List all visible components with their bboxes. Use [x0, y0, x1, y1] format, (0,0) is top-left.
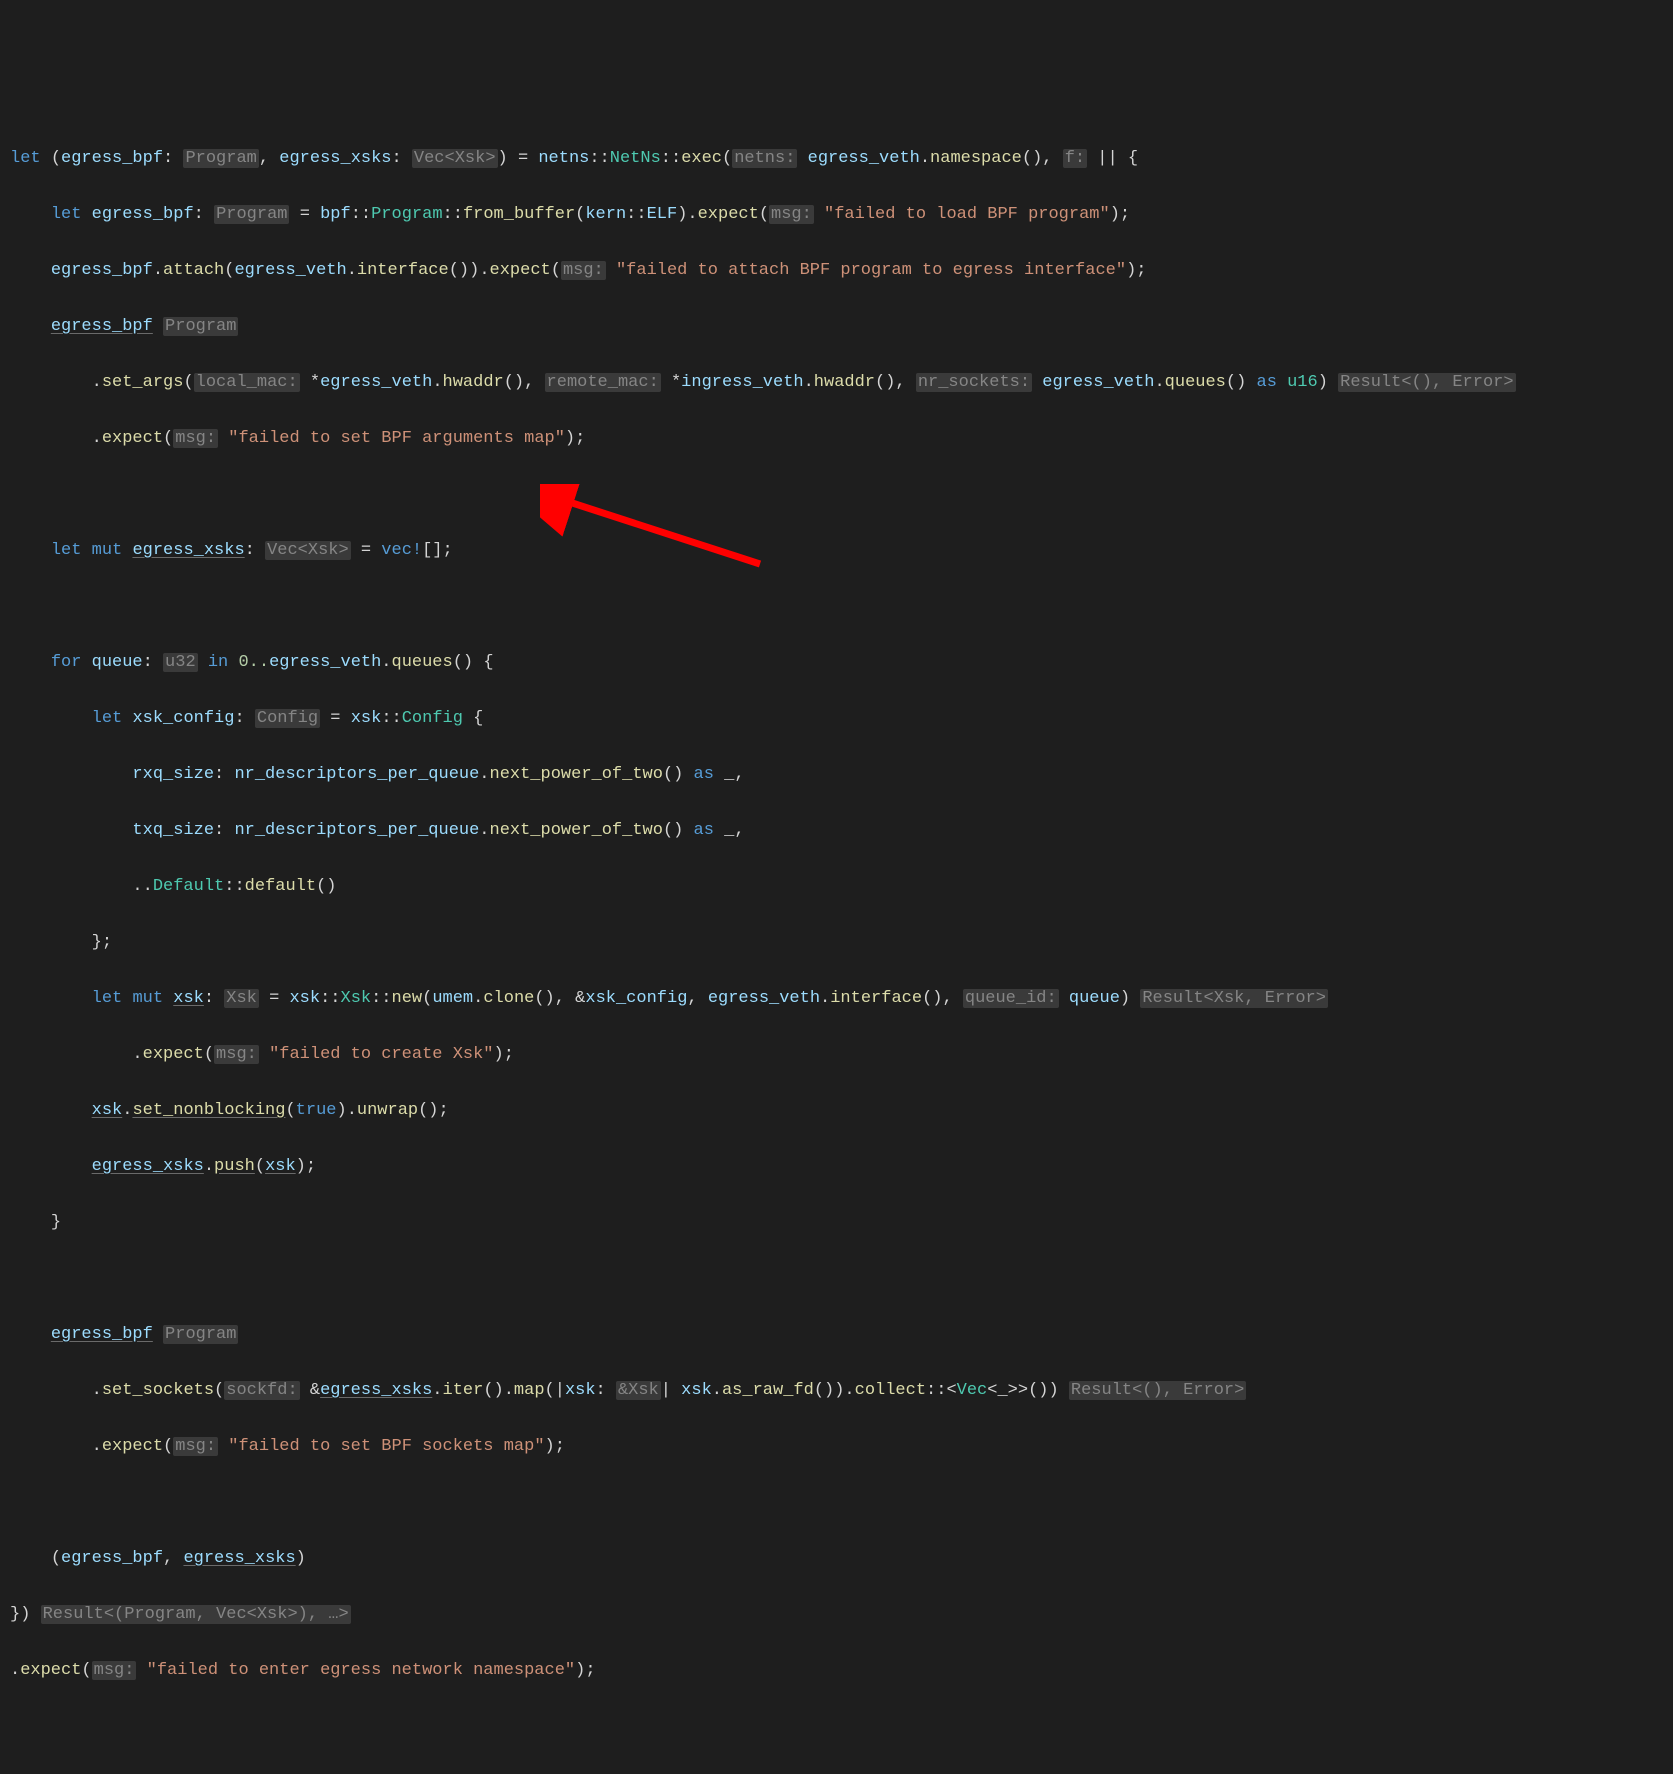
code-line[interactable]: let egress_bpf: Program = bpf::Program::…: [10, 201, 1663, 229]
param-hint: f:: [1063, 149, 1087, 168]
code-line[interactable]: .expect(msg: "failed to create Xsk");: [10, 1041, 1663, 1069]
code-line[interactable]: .expect(msg: "failed to enter egress net…: [10, 1657, 1663, 1685]
keyword: let: [10, 149, 41, 168]
type-hint: Program: [183, 149, 258, 168]
code-line[interactable]: ..Default::default(): [10, 873, 1663, 901]
code-line[interactable]: [10, 1265, 1663, 1293]
code-line[interactable]: [10, 481, 1663, 509]
code-line[interactable]: .set_args(local_mac: *egress_veth.hwaddr…: [10, 369, 1663, 397]
code-line[interactable]: let mut egress_xsks: Vec<Xsk> = vec![];: [10, 537, 1663, 565]
code-line[interactable]: let (egress_bpf: Program, egress_xsks: V…: [10, 145, 1663, 173]
code-line[interactable]: egress_bpf Program: [10, 313, 1663, 341]
code-line[interactable]: egress_xsks.push(xsk);: [10, 1153, 1663, 1181]
code-line[interactable]: .expect(msg: "failed to set BPF sockets …: [10, 1433, 1663, 1461]
code-line[interactable]: xsk.set_nonblocking(true).unwrap();: [10, 1097, 1663, 1125]
code-line[interactable]: let xsk_config: Config = xsk::Config {: [10, 705, 1663, 733]
code-line[interactable]: for queue: u32 in 0..egress_veth.queues(…: [10, 649, 1663, 677]
code-line[interactable]: (egress_bpf, egress_xsks): [10, 1545, 1663, 1573]
code-line[interactable]: let mut xsk: Xsk = xsk::Xsk::new(umem.cl…: [10, 985, 1663, 1013]
code-line[interactable]: };: [10, 929, 1663, 957]
code-editor[interactable]: let (egress_bpf: Program, egress_xsks: V…: [10, 117, 1663, 1713]
code-line[interactable]: .set_sockets(sockfd: &egress_xsks.iter()…: [10, 1377, 1663, 1405]
code-line[interactable]: }) Result<(Program, Vec<Xsk>), …>: [10, 1601, 1663, 1629]
code-line[interactable]: [10, 593, 1663, 621]
type-hint: Vec<Xsk>: [412, 149, 498, 168]
code-line[interactable]: .expect(msg: "failed to set BPF argument…: [10, 425, 1663, 453]
code-line[interactable]: }: [10, 1209, 1663, 1237]
code-line[interactable]: txq_size: nr_descriptors_per_queue.next_…: [10, 817, 1663, 845]
code-line[interactable]: [10, 1489, 1663, 1517]
code-line[interactable]: egress_bpf.attach(egress_veth.interface(…: [10, 257, 1663, 285]
param-hint: netns:: [732, 149, 797, 168]
code-line[interactable]: rxq_size: nr_descriptors_per_queue.next_…: [10, 761, 1663, 789]
code-line[interactable]: egress_bpf Program: [10, 1321, 1663, 1349]
